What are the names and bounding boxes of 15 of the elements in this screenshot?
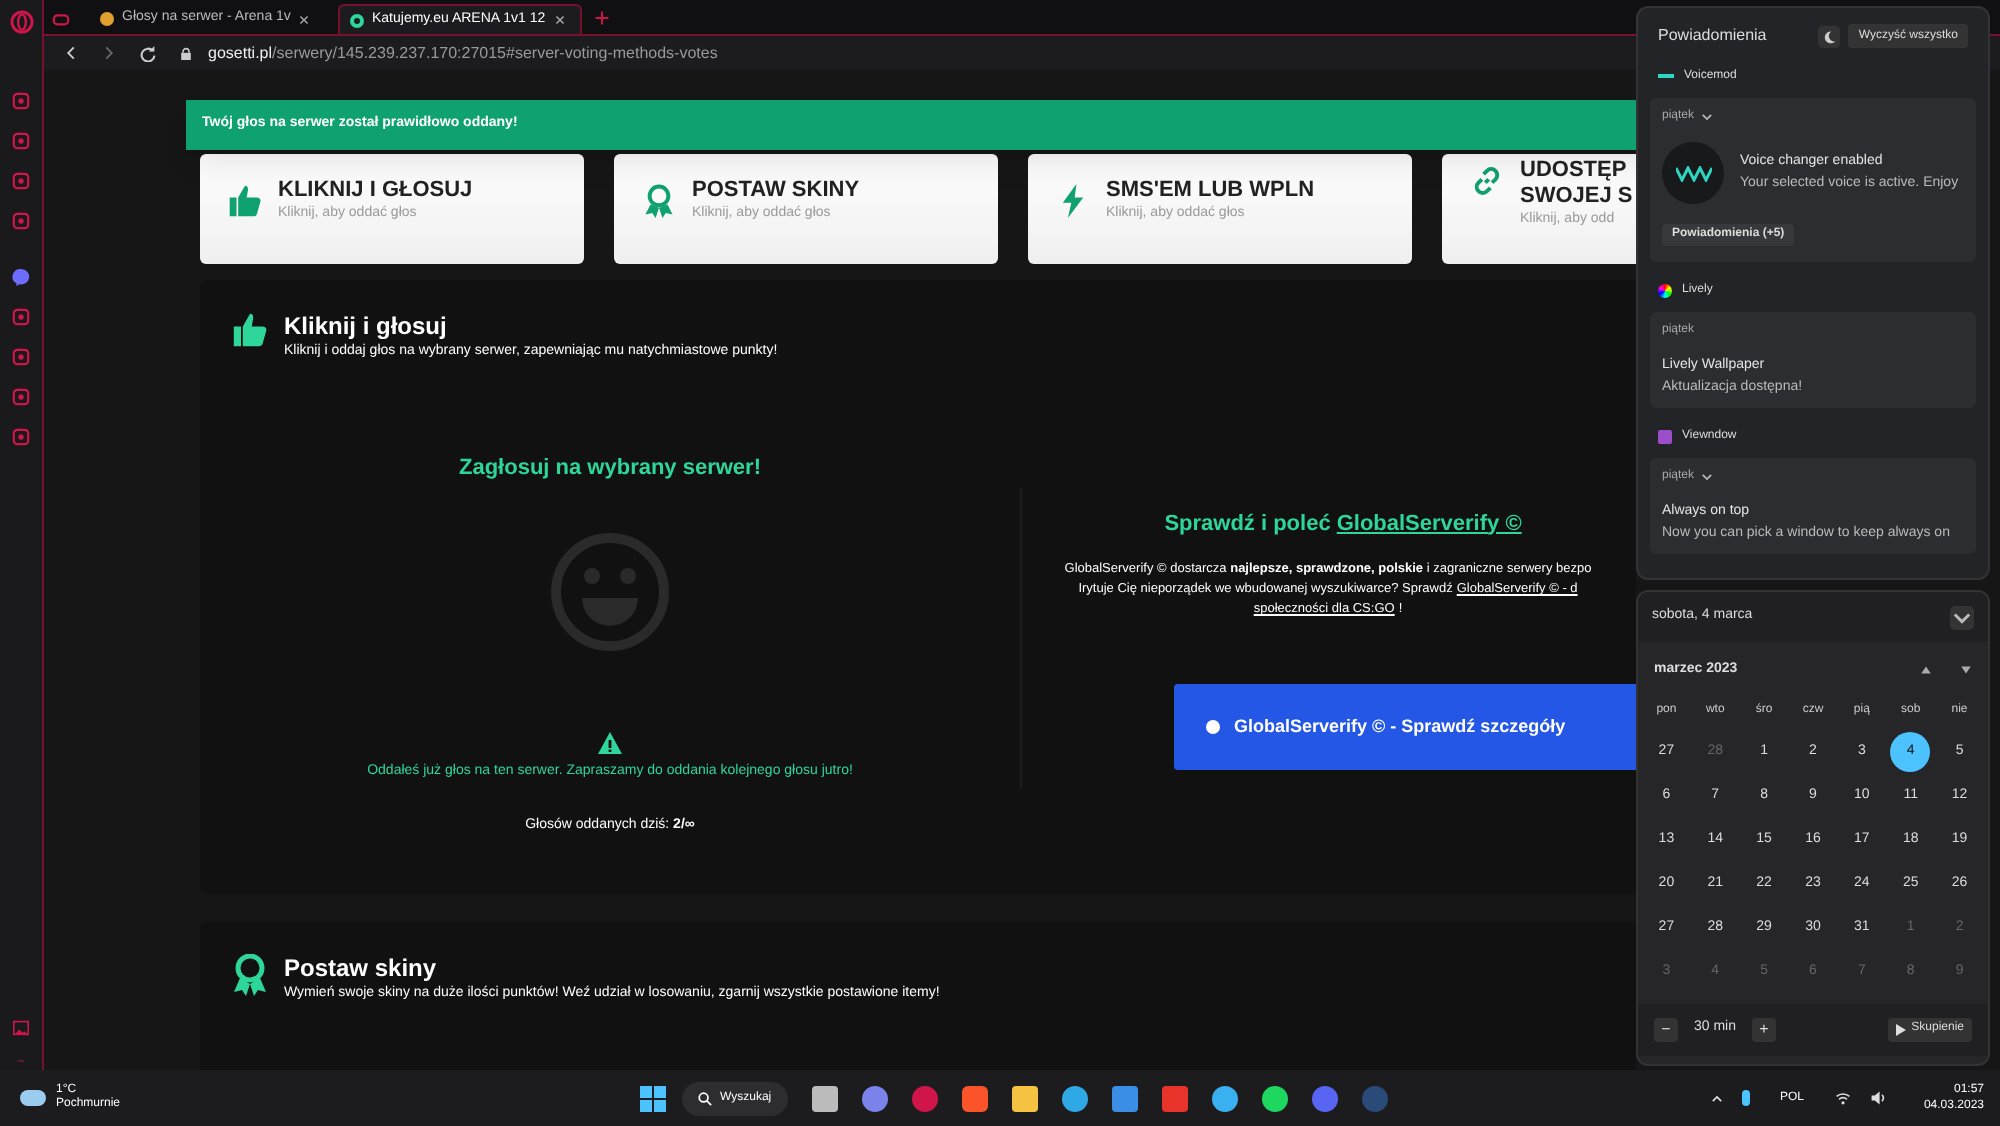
card-title: POSTAW SKINY (692, 178, 860, 204)
details-button[interactable]: GlobalServerify © - Sprawdź szczegóły (1174, 684, 1636, 770)
promo-heading: Sprawdź i poleć (1164, 509, 1331, 539)
globalserverify-link[interactable]: GlobalServerify © (1336, 507, 1522, 540)
section-title: Kliknij i głosuj (284, 312, 449, 342)
panel-title: Powiadomienia (1658, 24, 1767, 48)
address-field[interactable]: gosetti.pl/serwery/145.239.237.170:27015#server-voting-methods-votes (208, 41, 718, 65)
card-title: SMS'EM LUB WPLN (1106, 178, 1315, 204)
section-title: Postaw skiny (284, 954, 439, 984)
card-title: SWOJEJ S (1520, 184, 1633, 210)
decrease-button[interactable]: − (1654, 1017, 1678, 1041)
vote-heading: Zagłosuj na wybrany serwer! (459, 453, 761, 483)
increase-button[interactable]: + (1752, 1017, 1777, 1041)
card-title: KLIKNIJ I GŁOSUJ (278, 178, 473, 204)
card-title: UDOSTĘP (1520, 158, 1629, 184)
